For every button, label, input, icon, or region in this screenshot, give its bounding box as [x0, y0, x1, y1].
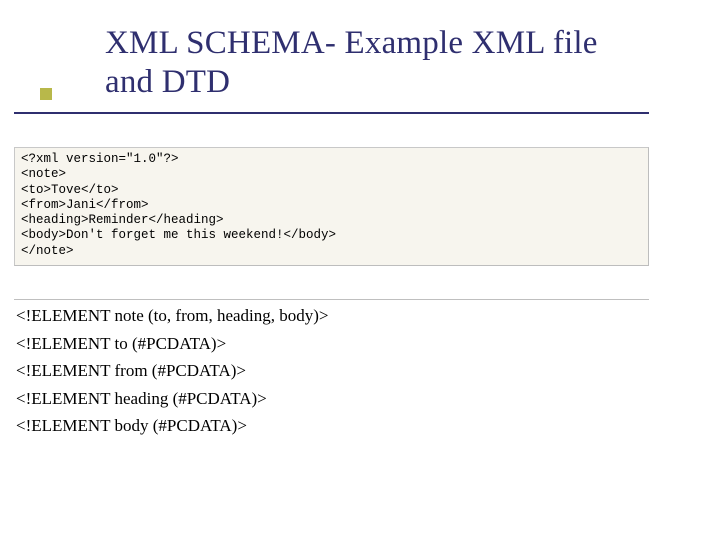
code-line: </note> [21, 244, 642, 259]
slide: XML SCHEMA- Example XML file and DTD <?x… [0, 0, 720, 540]
code-line: <body>Don't forget me this weekend!</bod… [21, 228, 642, 243]
dtd-line: <!ELEMENT note (to, from, heading, body)… [14, 302, 649, 330]
title-underline [14, 112, 649, 114]
slide-title: XML SCHEMA- Example XML file and DTD [105, 24, 665, 102]
code-line: <to>Tove</to> [21, 183, 642, 198]
dtd-line: <!ELEMENT from (#PCDATA)> [14, 357, 649, 385]
code-line: <heading>Reminder</heading> [21, 213, 642, 228]
square-bullet-icon [40, 88, 52, 100]
code-line: <from>Jani</from> [21, 198, 642, 213]
code-line: <note> [21, 167, 642, 182]
xml-example-box: <?xml version="1.0"?> <note> <to>Tove</t… [14, 147, 649, 266]
dtd-box: <!ELEMENT note (to, from, heading, body)… [14, 299, 649, 440]
dtd-line: <!ELEMENT heading (#PCDATA)> [14, 385, 649, 413]
dtd-line: <!ELEMENT body (#PCDATA)> [14, 412, 649, 440]
title-line-1: XML SCHEMA- Example XML file [105, 24, 665, 63]
code-line: <?xml version="1.0"?> [21, 152, 642, 167]
dtd-line: <!ELEMENT to (#PCDATA)> [14, 330, 649, 358]
title-line-2: and DTD [105, 63, 665, 102]
